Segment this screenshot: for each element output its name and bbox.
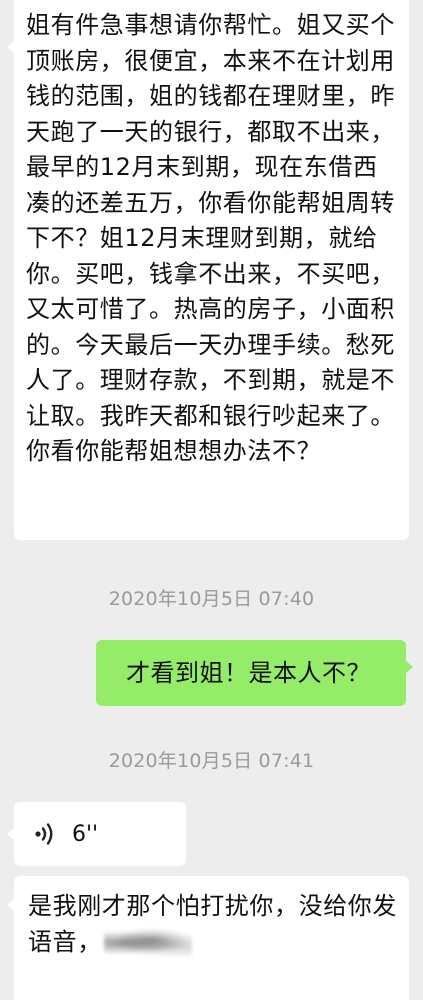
- incoming-message-bubble[interactable]: 姐有件急事想请你帮忙。姐又买个顶账房，很便宜，本来不在计划用钱的范围，姐的钱都在…: [7, 0, 409, 540]
- message-text: 是我刚才那个怕打扰你，没给你发语音，: [28, 892, 397, 956]
- message-text: 姐有件急事想请你帮忙。姐又买个顶账房，很便宜，本来不在计划用钱的范围，姐的钱都在…: [26, 11, 395, 465]
- message-timestamp: 2020年10月5日 07:41: [108, 750, 315, 772]
- message-timestamp: 2020年10月5日 07:40: [108, 588, 315, 610]
- voice-message-bubble[interactable]: 6'': [7, 802, 186, 866]
- redacted-text-blur: [103, 929, 192, 957]
- outgoing-message-bubble[interactable]: 才看到姐！是本人不？: [96, 640, 413, 706]
- voice-duration: 6'': [72, 821, 99, 847]
- message-text: 才看到姐！是本人不？: [126, 659, 371, 687]
- voice-wave-icon: [34, 822, 56, 846]
- incoming-message-bubble[interactable]: 是我刚才那个怕打扰你，没给你发语音，: [7, 876, 409, 1000]
